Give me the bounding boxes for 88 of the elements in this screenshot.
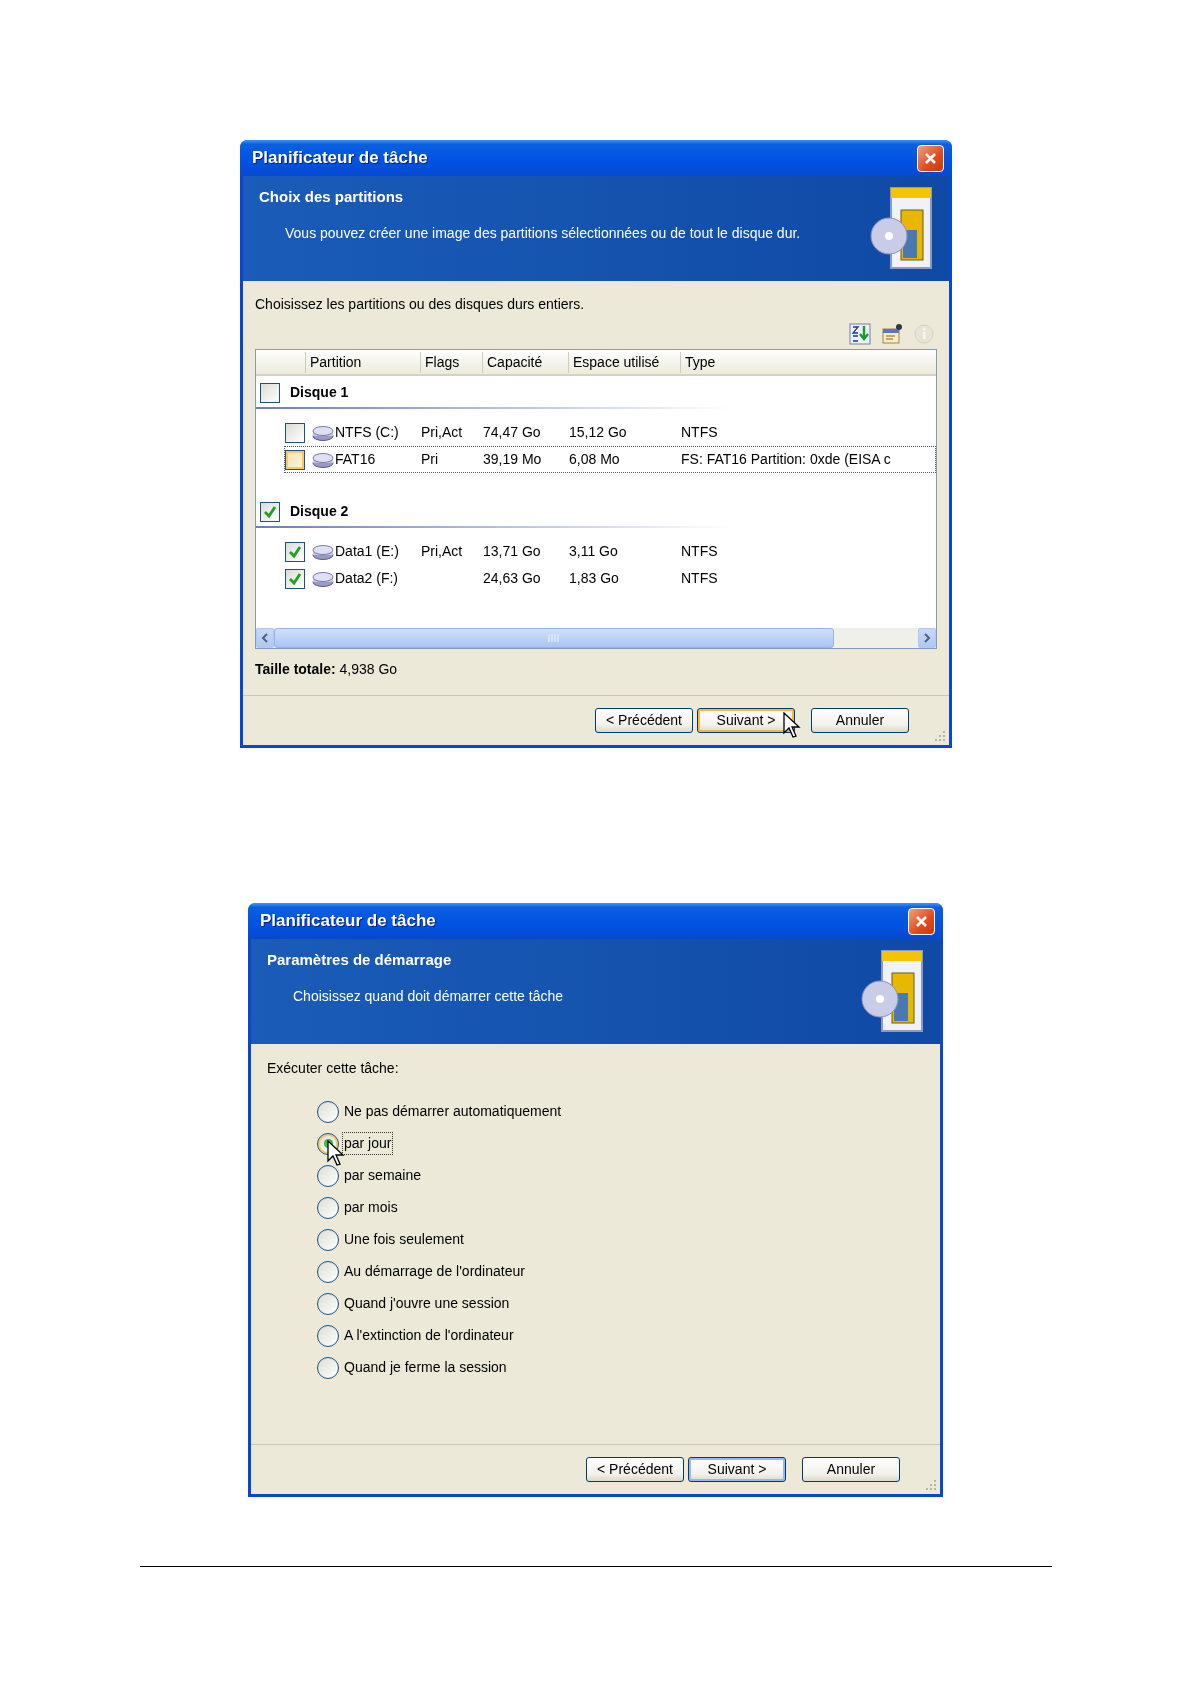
table-cell: 1,83 Go: [569, 570, 619, 586]
drive-icon: [311, 423, 335, 442]
checkmark-icon: [262, 504, 278, 519]
instruction-text: Choisissez les partitions ou des disques durs entiers.: [255, 295, 586, 314]
table-cell: NTFS: [681, 543, 718, 559]
checkbox[interactable]: [285, 568, 305, 589]
radio-button[interactable]: [317, 1324, 339, 1347]
radio-label[interactable]: Une fois seulement: [342, 1228, 466, 1251]
resize-grip-icon: [925, 1479, 937, 1491]
close-button[interactable]: [908, 907, 935, 935]
table-cell-text: Data1 (E:): [335, 542, 399, 561]
mouse-cursor-icon: [783, 712, 801, 739]
column-header[interactable]: Type: [680, 351, 936, 373]
radio-button[interactable]: [317, 1292, 339, 1315]
table-cell: Pri: [421, 451, 439, 467]
wizard-button[interactable]: < Précédent: [595, 708, 693, 733]
column-header[interactable]: Partition: [305, 351, 420, 373]
wizard-button[interactable]: Suivant >: [688, 1457, 786, 1482]
group-label: Disque 2: [290, 502, 349, 521]
wizard-button[interactable]: < Précédent: [586, 1457, 684, 1482]
column-header[interactable]: Capacité: [482, 351, 568, 373]
scroll-right-button[interactable]: [918, 628, 936, 648]
wizard-subtitle: Choisissez quand doit démarrer cette tâche: [293, 986, 564, 1006]
total-size-text: Taille totale: 4,938 Go: [255, 660, 399, 679]
radio-label[interactable]: par mois: [342, 1196, 400, 1219]
window-title: Planificateur de tâche: [260, 910, 436, 933]
radio-label[interactable]: Au démarrage de l'ordinateur: [342, 1260, 527, 1283]
grip-lines-icon: [547, 634, 561, 642]
scrollbar-thumb[interactable]: [274, 628, 834, 648]
radio-button[interactable]: [317, 1100, 339, 1123]
radio-label[interactable]: Ne pas démarrer automatiquement: [342, 1100, 564, 1123]
wizard-button[interactable]: Suivant >: [697, 708, 795, 733]
table-cell: Pri,Act: [421, 424, 463, 440]
checkbox[interactable]: [285, 422, 305, 443]
table-cell: 24,63 Go: [483, 570, 541, 586]
horizontal-scrollbar[interactable]: [256, 628, 936, 648]
column-header[interactable]: Flags: [420, 351, 482, 373]
window-title: Planificateur de tâche: [252, 147, 428, 170]
table-cell: NTFS: [681, 424, 718, 440]
wizard-button[interactable]: Annuler: [811, 708, 909, 733]
wizard-heading: Paramètres de démarrage: [267, 950, 453, 970]
resize-grip-icon: [934, 730, 946, 742]
close-icon: [924, 151, 937, 165]
mouse-cursor-icon: [327, 1140, 345, 1167]
document-disc-icon: [860, 949, 924, 1035]
table-cell-text: Data2 (F:): [335, 569, 398, 588]
radio-button[interactable]: [317, 1260, 339, 1283]
radio-label[interactable]: par jour: [342, 1132, 394, 1155]
wizard-subtitle: Vous pouvez créer une image des partitions sélectionnées ou de tout le disque dur.: [285, 223, 801, 243]
radio-button[interactable]: [317, 1356, 339, 1379]
radio-label[interactable]: A l'extinction de l'ordinateur: [342, 1324, 516, 1347]
close-icon: [915, 914, 928, 928]
table-cell-text: NTFS (C:): [335, 423, 399, 442]
scroll-left-button[interactable]: [256, 628, 274, 648]
radio-label[interactable]: par semaine: [342, 1164, 424, 1187]
document-disc-icon: [869, 186, 933, 272]
table-cell: 3,11 Go: [569, 543, 618, 559]
drive-icon: [311, 450, 335, 469]
table-cell: 15,12 Go: [569, 424, 627, 440]
table-cell: Pri,Act: [421, 543, 463, 559]
table-cell: 6,08 Mo: [569, 451, 620, 467]
table-cell: 13,71 Go: [483, 543, 541, 559]
radio-button[interactable]: [317, 1164, 339, 1187]
checkbox[interactable]: [260, 382, 280, 403]
column-header[interactable]: Espace utilisé: [568, 351, 680, 373]
properties-icon[interactable]: [881, 323, 903, 345]
checkbox[interactable]: [260, 501, 280, 522]
wizard-button[interactable]: Annuler: [802, 1457, 900, 1482]
checkbox[interactable]: [285, 541, 305, 562]
radio-button[interactable]: [317, 1228, 339, 1251]
radio-label[interactable]: Quand je ferme la session: [342, 1356, 509, 1379]
drive-icon: [311, 542, 335, 561]
prompt-text: Exécuter cette tâche:: [266, 1059, 400, 1078]
drive-icon: [311, 569, 335, 588]
group-label: Disque 1: [290, 383, 349, 402]
checkmark-icon: [287, 571, 303, 586]
table-cell: 74,47 Go: [483, 424, 541, 440]
radio-button[interactable]: [317, 1196, 339, 1219]
sort-az-icon[interactable]: [849, 323, 871, 345]
checkbox[interactable]: [285, 449, 305, 470]
table-cell: NTFS: [681, 570, 718, 586]
table-cell: 39,19 Mo: [483, 451, 542, 467]
table-cell: FS: FAT16 Partition: 0xde (EISA c: [681, 451, 891, 467]
table-cell-text: FAT16: [335, 450, 376, 469]
checkmark-icon: [287, 544, 303, 559]
radio-label[interactable]: Quand j'ouvre une session: [342, 1292, 512, 1315]
close-button[interactable]: [917, 144, 944, 172]
wizard-heading: Choix des partitions: [259, 187, 405, 207]
